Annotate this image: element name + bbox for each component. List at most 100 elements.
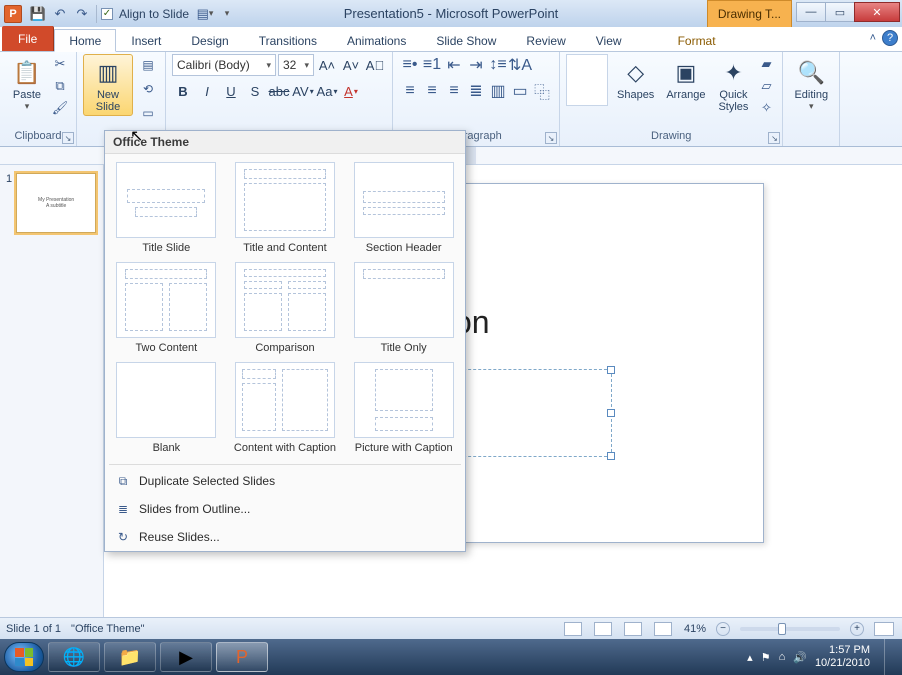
paste-button[interactable]: 📋 Paste ▾	[6, 54, 48, 115]
change-case-icon[interactable]: Aa▾	[316, 80, 338, 102]
font-size-combo[interactable]: 32 ▾	[278, 54, 314, 76]
undo-icon[interactable]: ↶	[50, 4, 70, 24]
clipboard-launcher-icon[interactable]: ↘	[62, 132, 74, 144]
menu-reuse-slides[interactable]: ↻ Reuse Slides...	[105, 523, 465, 551]
clear-format-icon[interactable]: A⃠	[364, 54, 386, 76]
format-painter-icon[interactable]: 🖌	[50, 98, 70, 118]
strikethrough-button[interactable]: abc	[268, 80, 290, 102]
line-spacing-icon[interactable]: ↕≡	[487, 54, 509, 76]
help-icon[interactable]: ?	[882, 30, 898, 46]
layout-title-only[interactable]: Title Only	[350, 262, 457, 354]
quick-styles-button[interactable]: ✦ Quick Styles	[712, 54, 754, 116]
cut-icon[interactable]: ✂	[50, 54, 70, 74]
paragraph-launcher-icon[interactable]: ↘	[545, 132, 557, 144]
thumbnail[interactable]: My Presentation A subtitle	[16, 173, 96, 233]
normal-view-icon[interactable]	[564, 622, 582, 636]
layout-comparison[interactable]: Comparison	[232, 262, 339, 354]
zoom-out-button[interactable]: −	[716, 622, 730, 636]
menu-slides-from-outline[interactable]: ≣ Slides from Outline...	[105, 495, 465, 523]
tab-home[interactable]: Home	[54, 29, 116, 52]
bold-button[interactable]: B	[172, 80, 194, 102]
editing-button[interactable]: 🔍 Editing ▾	[789, 54, 833, 115]
show-desktop-button[interactable]	[884, 639, 894, 675]
tray-volume-icon[interactable]: 🔊	[793, 651, 807, 664]
fit-to-window-icon[interactable]	[874, 622, 894, 636]
char-spacing-icon[interactable]: AV▾	[292, 80, 314, 102]
shadow-button[interactable]: S	[244, 80, 266, 102]
align-right-icon[interactable]: ≡	[443, 80, 465, 102]
bullets-icon[interactable]: ≡•	[399, 54, 421, 76]
align-center-icon[interactable]: ≡	[421, 80, 443, 102]
drawing-launcher-icon[interactable]: ↘	[768, 132, 780, 144]
reading-view-icon[interactable]	[624, 622, 642, 636]
tray-clock[interactable]: 1:57 PM 10/21/2010	[815, 644, 870, 670]
tab-view[interactable]: View	[581, 29, 637, 52]
smartart-icon[interactable]: ⿻	[531, 80, 553, 102]
save-icon[interactable]: 💾	[28, 4, 48, 24]
shapes-gallery[interactable]	[566, 54, 608, 106]
zoom-slider-thumb[interactable]	[778, 623, 786, 635]
selection-handle[interactable]	[607, 452, 615, 460]
align-left-icon[interactable]: ≡	[399, 80, 421, 102]
copy-icon[interactable]: ⧉	[50, 76, 70, 96]
underline-button[interactable]: U	[220, 80, 242, 102]
tab-design[interactable]: Design	[176, 29, 243, 52]
font-color-icon[interactable]: A▾	[340, 80, 362, 102]
tray-network-icon[interactable]: ⌂	[779, 651, 786, 663]
slide-thumbnail-1[interactable]: 1 My Presentation A subtitle	[6, 173, 97, 233]
tab-format[interactable]: Format	[663, 29, 731, 52]
zoom-slider[interactable]	[740, 627, 840, 631]
arrange-button[interactable]: ▣ Arrange	[661, 54, 710, 104]
close-button[interactable]: ✕	[854, 2, 900, 22]
justify-icon[interactable]: ≣	[465, 80, 487, 102]
shrink-font-icon[interactable]: A˅	[340, 54, 362, 76]
new-slide-button[interactable]: ▥ New Slide	[83, 54, 133, 116]
layout-title-and-content[interactable]: Title and Content	[232, 162, 339, 254]
reset-icon[interactable]: ⟲	[137, 78, 159, 100]
layout-content-with-caption[interactable]: Content with Caption	[232, 362, 339, 454]
layout-section-header[interactable]: Section Header	[350, 162, 457, 254]
shapes-button[interactable]: ◇ Shapes	[612, 54, 659, 104]
text-direction-icon[interactable]: ⇅A	[509, 54, 531, 76]
redo-icon[interactable]: ↷	[72, 4, 92, 24]
layout-blank[interactable]: Blank	[113, 362, 220, 454]
qat-customize-icon[interactable]: ▾	[217, 4, 237, 24]
grow-font-icon[interactable]: A˄	[316, 54, 338, 76]
increase-indent-icon[interactable]: ⇥	[465, 54, 487, 76]
shape-fill-icon[interactable]: ▰	[756, 54, 776, 74]
maximize-button[interactable]: ▭	[825, 2, 855, 22]
taskbar-powerpoint-icon[interactable]: P	[216, 642, 268, 672]
align-text-icon[interactable]: ▭	[509, 80, 531, 102]
tab-slideshow[interactable]: Slide Show	[421, 29, 511, 52]
tab-review[interactable]: Review	[511, 29, 580, 52]
minimize-button[interactable]: —	[796, 2, 826, 22]
app-icon[interactable]: P	[4, 5, 22, 23]
taskbar-ie-icon[interactable]: 🌐	[48, 642, 100, 672]
align-to-slide-checkbox[interactable]: ✓	[101, 8, 113, 20]
zoom-in-button[interactable]: +	[850, 622, 864, 636]
minimize-ribbon-icon[interactable]: ˄	[870, 32, 876, 44]
tab-animations[interactable]: Animations	[332, 29, 421, 52]
slides-panel[interactable]: 1 My Presentation A subtitle	[0, 165, 104, 639]
shape-outline-icon[interactable]: ▱	[756, 76, 776, 96]
tab-transitions[interactable]: Transitions	[244, 29, 332, 52]
tray-show-hidden-icon[interactable]: ▴	[747, 651, 753, 664]
layout-picture-with-caption[interactable]: Picture with Caption	[350, 362, 457, 454]
tray-flag-icon[interactable]: ⚑	[761, 651, 771, 664]
layout-two-content[interactable]: Two Content	[113, 262, 220, 354]
selection-handle[interactable]	[607, 409, 615, 417]
numbering-icon[interactable]: ≡1	[421, 54, 443, 76]
layout-icon[interactable]: ▤	[137, 54, 159, 76]
decrease-indent-icon[interactable]: ⇤	[443, 54, 465, 76]
tab-insert[interactable]: Insert	[116, 29, 176, 52]
start-button[interactable]	[4, 642, 44, 672]
selection-handle[interactable]	[607, 366, 615, 374]
align-dropdown-icon[interactable]: ▤▾	[195, 4, 215, 24]
italic-button[interactable]: I	[196, 80, 218, 102]
shape-effects-icon[interactable]: ✧	[756, 98, 776, 118]
font-name-combo[interactable]: Calibri (Body) ▾	[172, 54, 276, 76]
section-icon[interactable]: ▭	[137, 102, 159, 124]
menu-duplicate-slides[interactable]: ⧉ Duplicate Selected Slides	[105, 467, 465, 495]
columns-icon[interactable]: ▥	[487, 80, 509, 102]
tab-file[interactable]: File	[2, 26, 54, 51]
